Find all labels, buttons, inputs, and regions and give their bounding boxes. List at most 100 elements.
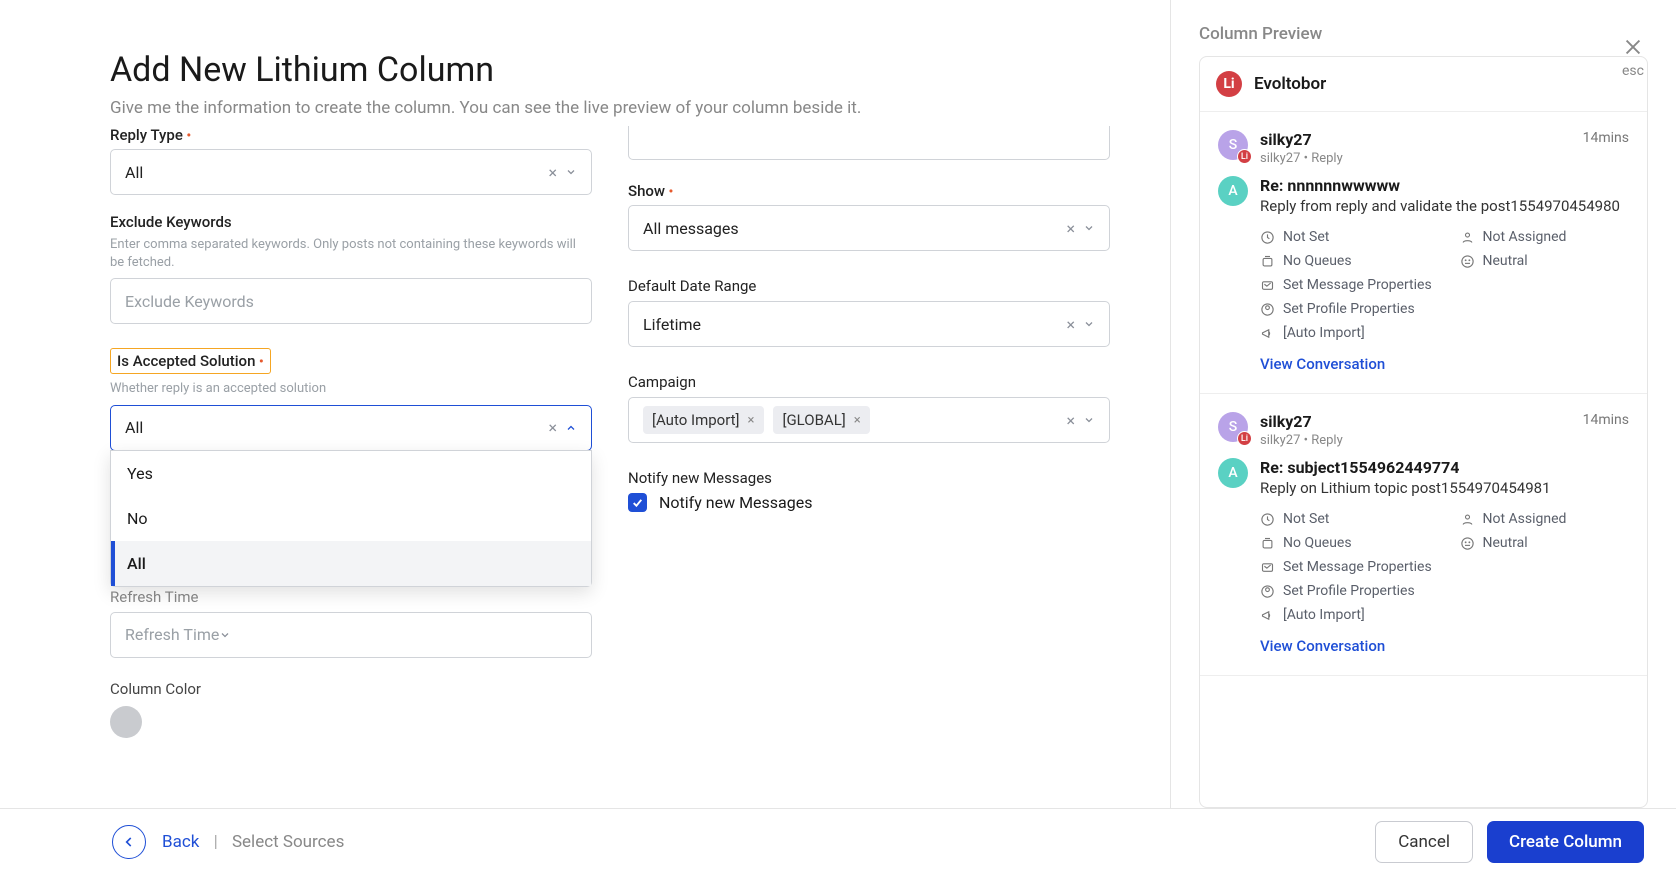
breadcrumb-past: Select Sources [232,832,344,852]
create-column-button[interactable]: Create Column [1487,821,1644,863]
chevron-down-icon [565,166,577,178]
profile-icon [1260,302,1275,317]
preview-list: SLi silky27 silky27 • Reply 14mins A Re:… [1200,112,1647,807]
exclude-keywords-help: Enter comma separated keywords. Only pos… [110,236,592,271]
cancel-button[interactable]: Cancel [1375,821,1473,863]
avatar: SLi [1218,130,1248,160]
campaign-field: Campaign [Auto Import]× [GLOBAL]× × [628,373,1110,443]
exclude-keywords-input[interactable]: Exclude Keywords [110,278,592,324]
accepted-solution-label-highlight: Is Accepted Solution [110,348,271,374]
accepted-solution-clear-icon[interactable]: × [548,418,557,437]
date-range-clear-icon[interactable]: × [1066,315,1075,334]
message-body: Reply from reply and validate the post15… [1260,197,1620,215]
avatar: A [1218,176,1248,206]
reply-type-select[interactable]: All × [110,149,592,195]
dropdown-option-yes[interactable]: Yes [111,451,591,496]
preview-area: esc Column Preview Li Evoltobor SLi silk… [1170,0,1676,808]
meta-sla: Not Set [1260,229,1430,245]
meta-profile-props[interactable]: Set Profile Properties [1260,583,1629,599]
chevron-down-icon [1083,414,1095,426]
meta-assigned: Not Assigned [1460,511,1630,527]
show-select[interactable]: All messages × [628,205,1110,251]
properties-icon [1260,560,1275,575]
column-color-label: Column Color [110,680,592,698]
message-time: 14mins [1583,130,1629,166]
preview-card: Li Evoltobor SLi silky27 silky27 • Reply… [1199,56,1648,808]
show-clear-icon[interactable]: × [1066,219,1075,238]
avatar: SLi [1218,412,1248,442]
meta-assigned: Not Assigned [1460,229,1630,245]
breadcrumb-current[interactable]: Back [162,832,199,852]
refresh-time-field: Refresh Time Refresh Time [110,587,592,658]
dropdown-option-all[interactable]: All [111,541,591,586]
accepted-solution-select[interactable]: All × [110,405,592,451]
notify-checkbox[interactable] [628,493,647,512]
close-label: esc [1622,63,1644,79]
back-button[interactable] [112,825,146,859]
message-body: Reply on Lithium topic post1554970454981 [1260,479,1551,497]
column-color-field: Column Color [110,680,592,738]
view-conversation-link[interactable]: View Conversation [1260,355,1629,373]
reply-type-field: Reply Type All × [110,126,592,195]
meta-profile-props[interactable]: Set Profile Properties [1260,301,1629,317]
accepted-solution-help: Whether reply is an accepted solution [110,380,592,398]
lithium-icon: Li [1216,71,1242,97]
preview-title: Column Preview [1199,24,1648,44]
meta-msg-props[interactable]: Set Message Properties [1260,559,1629,575]
tag-remove-icon[interactable]: × [748,413,755,428]
show-field: Show All messages × [628,182,1110,251]
campaign-label: Campaign [628,373,1110,391]
megaphone-icon [1260,608,1275,623]
lithium-mini-icon: Li [1237,431,1252,446]
refresh-time-label: Refresh Time [110,588,198,606]
meta-queue: No Queues [1260,535,1430,551]
notify-field: Notify new Messages Notify new Messages [628,469,1110,512]
refresh-time-placeholder: Refresh Time [125,625,219,644]
clock-icon [1260,512,1275,527]
reply-type-value: All [125,163,548,182]
accepted-solution-dropdown: Yes No All [110,450,592,587]
campaign-select[interactable]: [Auto Import]× [GLOBAL]× × [628,397,1110,443]
column-color-swatch[interactable] [110,706,142,738]
queue-icon [1260,254,1275,269]
refresh-time-select[interactable]: Refresh Time [110,612,592,658]
top-partial-select[interactable] [628,126,1110,160]
page-subtitle: Give me the information to create the co… [110,98,1110,118]
meta-campaign: [Auto Import] [1260,325,1629,341]
meta-campaign: [Auto Import] [1260,607,1629,623]
close-icon [1622,36,1644,58]
campaign-tag: [Auto Import]× [643,406,764,434]
dropdown-option-no[interactable]: No [111,496,591,541]
profile-icon [1260,584,1275,599]
breadcrumb: Back | Select Sources [162,832,344,852]
campaign-tag: [GLOBAL]× [773,406,869,434]
accepted-solution-value: All [125,418,548,437]
campaign-clear-icon[interactable]: × [1066,411,1075,430]
clock-icon [1260,230,1275,245]
date-range-value: Lifetime [643,315,1066,334]
message-author: silky27 [1260,130,1571,149]
notify-label: Notify new Messages [628,469,1110,487]
show-label: Show [628,182,1110,200]
meta-sentiment: Neutral [1460,535,1630,551]
chevron-down-icon [1083,222,1095,234]
tag-remove-icon[interactable]: × [854,413,861,428]
reply-type-clear-icon[interactable]: × [548,163,557,182]
message-author-meta: silky27 • Reply [1260,433,1571,448]
megaphone-icon [1260,326,1275,341]
view-conversation-link[interactable]: View Conversation [1260,637,1629,655]
sentiment-icon [1460,254,1475,269]
date-range-select[interactable]: Lifetime × [628,301,1110,347]
chevron-down-icon [1083,318,1095,330]
meta-queue: No Queues [1260,253,1430,269]
accepted-solution-label: Is Accepted Solution [117,352,264,370]
exclude-keywords-placeholder: Exclude Keywords [125,292,254,311]
sentiment-icon [1460,536,1475,551]
meta-sla: Not Set [1260,511,1430,527]
preview-message: SLi silky27 silky27 • Reply 14mins A Re:… [1200,112,1647,394]
form-area: Add New Lithium Column Give me the infor… [0,0,1170,808]
meta-msg-props[interactable]: Set Message Properties [1260,277,1629,293]
close-button[interactable]: esc [1622,36,1644,79]
user-icon [1460,230,1475,245]
modal-footer: Back | Select Sources Cancel Create Colu… [0,808,1676,874]
